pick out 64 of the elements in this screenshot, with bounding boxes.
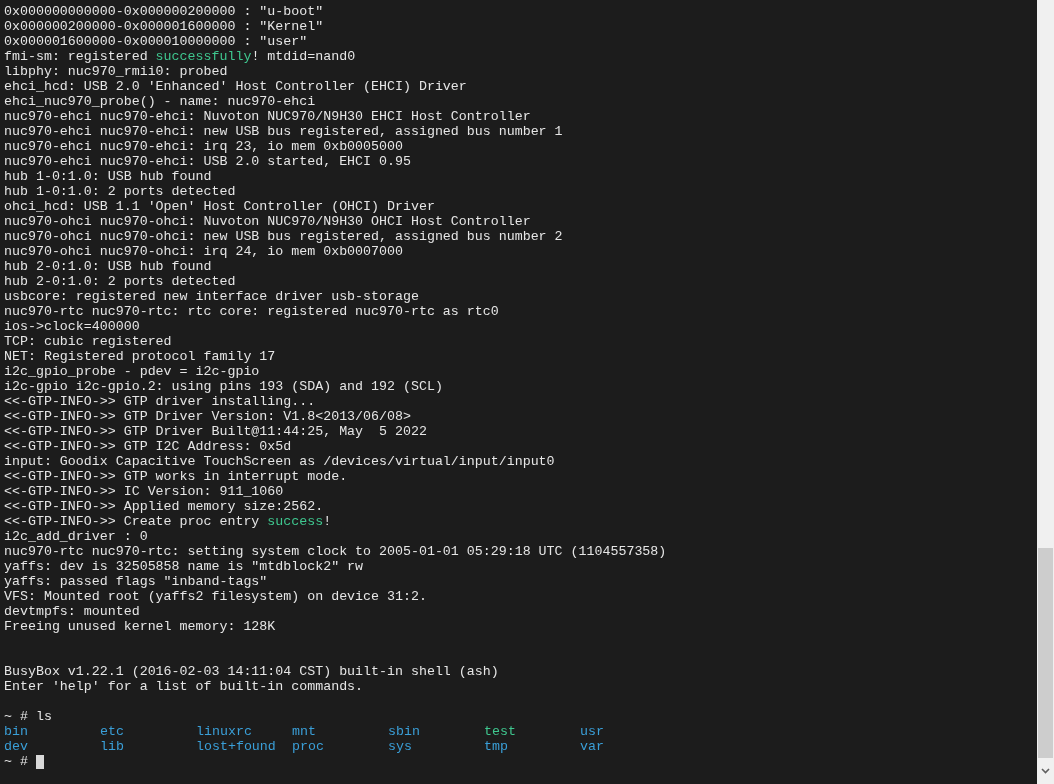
terminal-line: <<-GTP-INFO->> Applied memory size:2562. (4, 499, 324, 514)
terminal-line: TCP: cubic registered (4, 334, 172, 349)
file-name: sbin (388, 724, 421, 739)
file-name: lib (100, 739, 125, 754)
terminal-line: i2c_add_driver : 0 (4, 529, 148, 544)
terminal-line: nuc970-ehci nuc970-ehci: new USB bus registered, assigned bus number 1 (4, 124, 563, 139)
file-name: usr (580, 724, 605, 739)
terminal-line: nuc970-rtc nuc970-rtc: rtc core: registered nuc970-rtc as rtc0 (4, 304, 499, 319)
terminal-line: hub 2-0:1.0: USB hub found (4, 259, 212, 274)
terminal-line: ios->clock=400000 (4, 319, 140, 334)
terminal-line: hub 1-0:1.0: 2 ports detected (4, 184, 236, 199)
terminal-line: Freeing unused kernel memory: 128K (4, 619, 276, 634)
terminal-line: Enter 'help' for a list of built-in commands. (4, 679, 364, 694)
terminal-line: <<-GTP-INFO->> Create proc entry success! (4, 514, 332, 529)
terminal-line: <<-GTP-INFO->> GTP Driver Version: V1.8<2013/06/08> (4, 409, 411, 424)
terminal-line: nuc970-ohci nuc970-ohci: new USB bus registered, assigned bus number 2 (4, 229, 563, 244)
terminal-line: i2c_gpio_probe - pdev = i2c-gpio (4, 364, 260, 379)
terminal-line: <<-GTP-INFO->> GTP driver installing... (4, 394, 316, 409)
file-name: dev (4, 739, 29, 754)
terminal-line: BusyBox v1.22.1 (2016-02-03 14:11:04 CST) built-in shell (ash) (4, 664, 499, 679)
terminal-line: ohci_hcd: USB 1.1 'Open' Host Controller (OHCI) Driver (4, 199, 435, 214)
terminal-line: usbcore: registered new interface driver usb-storage (4, 289, 419, 304)
file-name: proc (292, 739, 325, 754)
terminal-line: NET: Registered protocol family 17 (4, 349, 276, 364)
terminal-line: hub 1-0:1.0: USB hub found (4, 169, 212, 184)
terminal-line: 0x000000000000-0x000000200000 : "u-boot" (4, 4, 324, 19)
terminal-line: ~ # ls (4, 709, 52, 724)
terminal-line: nuc970-ehci nuc970-ehci: irq 23, io mem 0xb0005000 (4, 139, 403, 154)
terminal-line: devtmpfs: mounted (4, 604, 140, 619)
terminal-line: fmi-sm: registered successfully! mtdid=nand0 (4, 49, 356, 64)
terminal-line: libphy: nuc970_rmii0: probed (4, 64, 228, 79)
scrollbar-thumb[interactable] (1038, 548, 1053, 758)
terminal-line: <<-GTP-INFO->> GTP I2C Address: 0x5d (4, 439, 292, 454)
file-name: etc (100, 724, 125, 739)
terminal-line: hub 2-0:1.0: 2 ports detected (4, 274, 236, 289)
file-name: test (484, 724, 517, 739)
scroll-down-icon[interactable] (1041, 768, 1050, 774)
terminal-line: ~ # (4, 754, 28, 769)
file-name: var (580, 739, 605, 754)
file-name: sys (388, 739, 413, 754)
terminal-line: 0x000000200000-0x000001600000 : "Kernel" (4, 19, 324, 34)
file-name: linuxrc (196, 724, 253, 739)
terminal-line: VFS: Mounted root (yaffs2 filesystem) on device 31:2. (4, 589, 427, 604)
terminal-line: 0x000001600000-0x000010000000 : "user" (4, 34, 308, 49)
file-name: lost+found (196, 739, 277, 754)
scrollbar[interactable] (1037, 0, 1054, 784)
terminal-line: nuc970-ehci nuc970-ehci: Nuvoton NUC970/N9H30 EHCI Host Controller (4, 109, 531, 124)
terminal-line: yaffs: dev is 32505858 name is "mtdblock2" rw (4, 559, 364, 574)
terminal-line: <<-GTP-INFO->> GTP works in interrupt mode. (4, 469, 348, 484)
terminal-line: nuc970-ohci nuc970-ohci: irq 24, io mem 0xb0007000 (4, 244, 403, 259)
file-name: mnt (292, 724, 317, 739)
terminal-line: yaffs: passed flags "inband-tags" (4, 574, 268, 589)
terminal-line: i2c-gpio i2c-gpio.2: using pins 193 (SDA) and 192 (SCL) (4, 379, 443, 394)
terminal-line: ehci_hcd: USB 2.0 'Enhanced' Host Controller (EHCI) Driver (4, 79, 467, 94)
terminal-line: nuc970-rtc nuc970-rtc: setting system clock to 2005-01-01 05:29:18 UTC (1104557358) (4, 544, 667, 559)
file-name: bin (4, 724, 29, 739)
terminal-line: nuc970-ehci nuc970-ehci: USB 2.0 started, EHCI 0.95 (4, 154, 411, 169)
cursor-icon (35, 754, 44, 769)
terminal-line: <<-GTP-INFO->> GTP Driver Built@11:44:25, May 5 2022 (4, 424, 427, 439)
file-name: tmp (484, 739, 509, 754)
terminal-line: ehci_nuc970_probe() - name: nuc970-ehci (4, 94, 316, 109)
terminal-line: <<-GTP-INFO->> IC Version: 911_1060 (4, 484, 284, 499)
terminal-line: nuc970-ohci nuc970-ohci: Nuvoton NUC970/N9H30 OHCI Host Controller (4, 214, 531, 229)
terminal-line: input: Goodix Capacitive TouchScreen as /devices/virtual/input/input0 (4, 454, 555, 469)
